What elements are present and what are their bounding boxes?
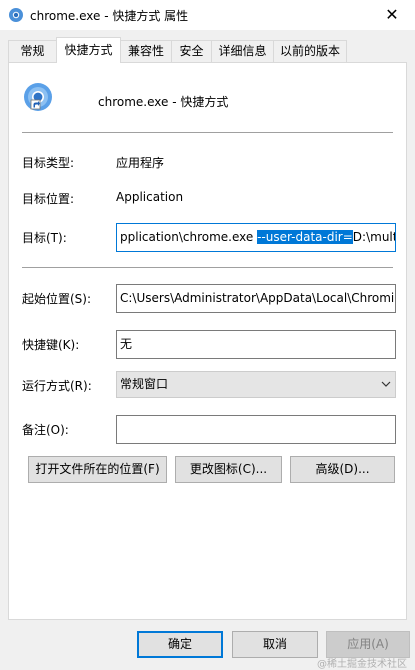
run-select[interactable]: 常规窗口: [116, 371, 396, 398]
target-type-label: 目标类型:: [22, 156, 75, 170]
shortcut-name: chrome.exe - 快捷方式: [98, 95, 229, 109]
run-value: 常规窗口: [120, 377, 169, 391]
close-icon[interactable]: ✕: [369, 0, 415, 30]
tab-details[interactable]: 详细信息: [211, 40, 274, 62]
target-location-value: Application: [116, 190, 184, 204]
tab-compatibility[interactable]: 兼容性: [120, 40, 172, 62]
start-in-value: C:\Users\Administrator\AppData\Local\Chr…: [120, 291, 396, 305]
divider: [22, 267, 393, 268]
target-text-before: pplication\chrome.exe: [120, 230, 258, 244]
chrome-app-icon: [9, 8, 23, 22]
shortcut-key-value: 无: [120, 337, 133, 351]
change-icon-button[interactable]: 更改图标(C)...: [175, 456, 282, 483]
target-text-after: D:\multip: [352, 230, 395, 244]
watermark: @稀土掘金技术社区: [317, 659, 407, 670]
advanced-button[interactable]: 高级(D)...: [290, 456, 395, 483]
comment-input[interactable]: [116, 415, 396, 444]
cancel-button[interactable]: 取消: [232, 631, 318, 658]
tab-security[interactable]: 安全: [171, 40, 212, 62]
open-file-location-button[interactable]: 打开文件所在的位置(F): [28, 456, 167, 483]
run-label: 运行方式(R):: [22, 379, 92, 393]
start-in-input[interactable]: C:\Users\Administrator\AppData\Local\Chr…: [116, 284, 396, 313]
tab-shortcut[interactable]: 快捷方式: [56, 37, 121, 63]
shortcut-key-label: 快捷键(K):: [22, 338, 80, 352]
target-type-value: 应用程序: [116, 156, 165, 170]
target-location-label: 目标位置:: [22, 192, 75, 206]
target-label: 目标(T):: [22, 231, 67, 245]
apply-button[interactable]: 应用(A): [326, 631, 410, 658]
target-input[interactable]: pplication\chrome.exe --user-data-dir=D:…: [116, 223, 396, 252]
start-in-label: 起始位置(S):: [22, 292, 92, 306]
ok-button[interactable]: 确定: [137, 631, 223, 658]
title-bar[interactable]: chrome.exe - 快捷方式 属性 ✕: [0, 0, 415, 30]
shortcut-key-input[interactable]: 无: [116, 330, 396, 359]
tab-previous-versions[interactable]: 以前的版本: [273, 40, 347, 62]
chevron-down-icon: [381, 381, 391, 387]
tab-general[interactable]: 常规: [8, 40, 57, 62]
window-title: chrome.exe - 快捷方式 属性: [30, 9, 189, 23]
chrome-shortcut-icon: [24, 83, 52, 111]
divider: [22, 132, 393, 133]
target-text-selected: --user-data-dir=: [257, 230, 353, 244]
comment-label: 备注(O):: [22, 423, 69, 437]
